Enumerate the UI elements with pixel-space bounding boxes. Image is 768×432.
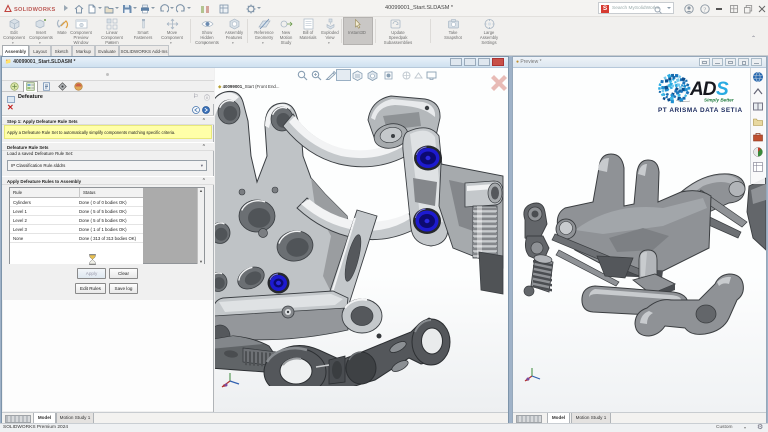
svg-text:PT ARISMA DATA SETIA: PT ARISMA DATA SETIA (658, 107, 743, 114)
svg-text:SOLIDWORKS: SOLIDWORKS (14, 7, 56, 13)
svg-text:?: ? (703, 6, 706, 13)
svg-text:Simply Better: Simply Better (704, 98, 734, 103)
